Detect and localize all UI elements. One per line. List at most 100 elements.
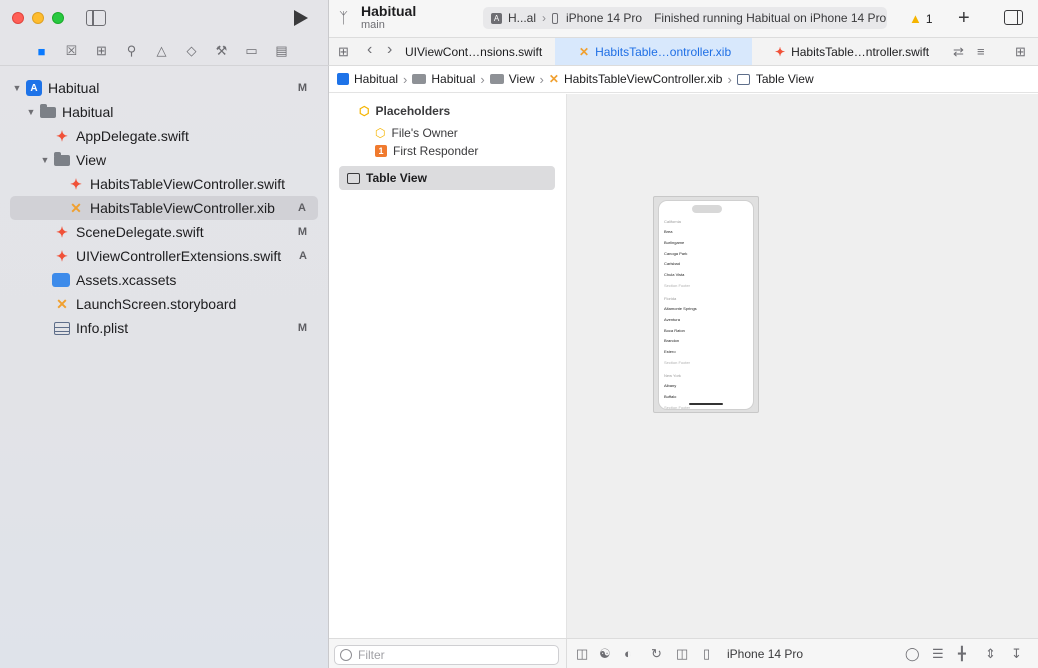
tree-item-label: Habitual — [62, 104, 114, 120]
plist-file-icon — [54, 321, 70, 335]
minimize-window-button[interactable] — [32, 12, 44, 24]
outline-first-responder[interactable]: 1 First Responder — [375, 144, 478, 158]
run-button[interactable] — [294, 10, 308, 26]
app-project-icon — [337, 73, 349, 85]
tree-item-file[interactable]: Info.plist M — [0, 316, 329, 340]
swift-file-icon: ✦ — [70, 175, 82, 192]
symbol-navigator-icon[interactable]: ⊞ — [92, 42, 111, 60]
zoom-to-fit-icon[interactable]: ◯ — [905, 646, 920, 662]
scm-status-badge: A — [299, 250, 307, 262]
tree-item-file[interactable]: Assets.xcassets — [0, 268, 329, 292]
preview-cell: Altamonte Springs — [664, 306, 697, 311]
sidebar-toggle-icon[interactable] — [86, 10, 106, 26]
chevron-down-icon[interactable]: ▼ — [26, 107, 36, 117]
tree-item-label: Info.plist — [76, 320, 129, 336]
interface-builder-canvas[interactable]: California Brea Burlingame Canoga Park Carls… — [567, 94, 1038, 638]
appearance-icon[interactable]: ◐ — [624, 646, 632, 661]
swap-icon[interactable]: ⇄ — [953, 44, 964, 60]
warnings-indicator[interactable]: ▲ 1 — [909, 11, 933, 26]
accessibility-icon[interactable]: ☯ — [599, 646, 611, 662]
outline-files-owner[interactable]: ⬡ File's Owner — [375, 126, 458, 140]
preview-cell: Estero — [664, 349, 676, 355]
close-window-button[interactable] — [12, 12, 24, 24]
editor-options-icon[interactable]: ≡ — [977, 44, 985, 59]
tree-item-group[interactable]: ▼ Habitual — [0, 100, 329, 124]
grid-icon[interactable]: ⊞ — [338, 44, 349, 60]
filter-field[interactable]: Filter — [334, 645, 559, 665]
inspector-toggle-icon[interactable] — [1004, 10, 1023, 25]
tree-item-file[interactable]: ✦ AppDelegate.swift — [0, 124, 329, 148]
first-responder-icon: 1 — [375, 145, 387, 157]
filter-icon — [340, 649, 352, 661]
canvas-bottom-bar: ◫ ☯ ◐ ↻ ◫ ▯ iPhone 14 Pro ◯ ☰ ╋ ⇕ ↧ — [567, 638, 1038, 668]
tree-item-file-selected[interactable]: ✕ HabitsTableViewController.xib A — [10, 196, 318, 220]
forward-arrow-icon[interactable]: › — [387, 41, 392, 59]
chevron-right-icon: › — [727, 71, 732, 87]
breakpoint-navigator-icon[interactable]: ▭ — [242, 42, 261, 60]
jump-bar-item[interactable]: Habitual — [337, 72, 398, 86]
tree-item-file[interactable]: ✦ HabitsTableViewController.swift — [0, 172, 329, 196]
device-selector[interactable]: iPhone 14 Pro — [727, 647, 803, 661]
tree-item-project[interactable]: ▼ A Habitual M — [0, 76, 329, 100]
report-navigator-icon[interactable]: ▤ — [272, 42, 291, 60]
editor-tab-active[interactable]: ✕ HabitsTable…ontroller.xib — [555, 38, 752, 65]
add-editor-icon[interactable]: ⊞ — [1015, 44, 1026, 60]
jump-bar-item[interactable]: Habitual — [412, 72, 475, 86]
jump-bar-item[interactable]: Table View — [736, 72, 814, 86]
storyboard-file-icon: ✕ — [56, 295, 68, 312]
device-frame[interactable]: California Brea Burlingame Canoga Park Carls… — [653, 196, 759, 413]
test-navigator-icon[interactable]: ◇ — [182, 42, 201, 60]
tree-item-label: UIViewControllerExtensions.swift — [76, 248, 282, 264]
jump-bar-label: Habitual — [431, 72, 476, 86]
editor-tab[interactable]: ✦ HabitsTable…ntroller.swift — [765, 38, 945, 65]
folder-icon — [40, 103, 56, 119]
tree-item-label: View — [76, 152, 107, 168]
outline-placeholders[interactable]: ⬡ Placeholders — [359, 104, 450, 118]
chevron-down-icon[interactable]: ▼ — [40, 155, 50, 165]
tree-item-file[interactable]: ✦ UIViewControllerExtensions.swift A — [0, 244, 329, 268]
branch-name[interactable]: main — [361, 19, 385, 31]
project-tree: ▼ A Habitual M ▼ Habitual ✦ AppDelegate.… — [0, 76, 329, 340]
tree-item-group[interactable]: ▼ View — [0, 148, 329, 172]
preview-cell: Boca Raton — [664, 327, 685, 333]
jump-bar-item[interactable]: View — [489, 72, 535, 86]
table-view-preview[interactable]: California Brea Burlingame Canoga Park Carls… — [658, 200, 754, 410]
outline-toggle-icon[interactable]: ◫ — [576, 646, 588, 662]
run-destination-selector[interactable]: iPhone 14 Pro — [566, 11, 642, 25]
tree-item-file[interactable]: ✦ SceneDelegate.swift M — [0, 220, 329, 244]
tree-item-label: SceneDelegate.swift — [76, 224, 204, 240]
xib-file-icon: ✕ — [70, 199, 82, 216]
resolve-issues-icon[interactable]: ⇕ — [985, 646, 996, 662]
cube-icon: ⬡ — [359, 104, 370, 118]
scheme-icon: A — [491, 12, 502, 24]
editor-tab[interactable]: UIViewCont…nsions.swift — [395, 38, 555, 65]
scm-status-badge: M — [297, 226, 307, 238]
tree-item-file[interactable]: ✕ LaunchScreen.storyboard — [0, 292, 329, 316]
orientation-icon[interactable]: ↻ — [651, 646, 662, 662]
tab-label: UIViewCont…nsions.swift — [405, 44, 543, 59]
zoom-window-button[interactable] — [52, 12, 64, 24]
add-library-button[interactable]: + — [958, 7, 970, 30]
cube-icon: ⬡ — [375, 126, 386, 140]
tab-label: HabitsTable…ontroller.xib — [595, 44, 732, 59]
add-constraints-icon[interactable]: ╋ — [958, 646, 966, 662]
source-control-navigator-icon[interactable]: ☒ — [62, 42, 81, 60]
project-navigator-icon[interactable]: ■ — [32, 42, 51, 60]
debug-navigator-icon[interactable]: ⚒ — [212, 42, 231, 60]
back-arrow-icon[interactable]: ‹ — [367, 41, 372, 59]
chevron-right-icon: › — [480, 71, 485, 87]
scheme-selector[interactable]: H...al — [508, 11, 536, 25]
dynamic-island — [692, 205, 722, 213]
embed-in-icon[interactable]: ↧ — [1011, 646, 1022, 662]
align-icon[interactable]: ☰ — [932, 646, 944, 662]
outline-table-view[interactable]: Table View — [339, 166, 555, 190]
activity-view: A H...al › iPhone 14 Pro Finished runnin… — [483, 7, 887, 29]
iphone-icon[interactable]: ▯ — [703, 646, 710, 662]
issue-navigator-icon[interactable]: △ — [152, 42, 171, 60]
preview-cell: Brea — [664, 229, 673, 234]
layout-icon[interactable]: ◫ — [676, 646, 688, 662]
tree-item-label: HabitsTableViewController.xib — [90, 200, 275, 216]
chevron-down-icon[interactable]: ▼ — [12, 83, 22, 93]
jump-bar-item[interactable]: ✕ HabitsTableViewController.xib — [549, 72, 723, 86]
find-navigator-icon[interactable]: ⚲ — [122, 42, 141, 60]
